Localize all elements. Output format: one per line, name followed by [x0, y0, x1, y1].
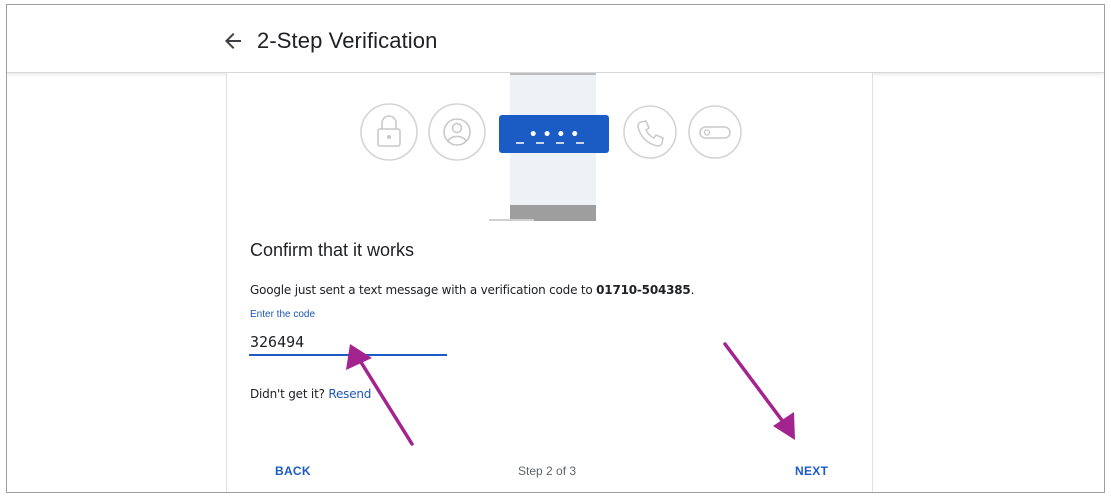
browser-frame: 2-Step Verification • • • • Confirm that…	[6, 4, 1105, 493]
account-circle-icon	[428, 103, 486, 161]
verification-code-input[interactable]	[249, 330, 447, 356]
resend-prompt: Didn't get it?	[250, 387, 329, 401]
step-indicator: Step 2 of 3	[518, 464, 577, 478]
phone-icon	[623, 105, 677, 159]
resend-row: Didn't get it? Resend	[250, 387, 371, 401]
phone-bottom-bar	[510, 205, 596, 221]
key-icon	[688, 105, 742, 159]
page-title: 2-Step Verification	[257, 28, 438, 53]
verification-illustration: • • • •	[360, 73, 742, 221]
verification-description: Google just sent a text message with a v…	[250, 283, 694, 297]
lock-icon	[360, 103, 418, 161]
svg-text:• • • •: • • • •	[529, 127, 579, 143]
confirm-heading: Confirm that it works	[250, 240, 415, 260]
phone-top-bar	[510, 73, 596, 75]
code-field-label: Enter the code	[250, 309, 316, 320]
phone-shadow	[489, 219, 534, 221]
back-button[interactable]: BACK	[275, 464, 311, 478]
resend-link[interactable]: Resend	[328, 387, 371, 401]
next-button[interactable]: NEXT	[795, 464, 828, 478]
description-suffix: .	[690, 283, 695, 297]
sms-code-icon: • • • •	[499, 115, 609, 153]
page-header: 2-Step Verification	[7, 5, 1104, 73]
phone-number: 01710-504385	[596, 283, 691, 297]
description-text: Google just sent a text message with a v…	[250, 283, 597, 297]
verification-card: • • • • Confirm that it works Google jus…	[226, 73, 873, 492]
arrow-left-icon[interactable]	[221, 29, 245, 53]
